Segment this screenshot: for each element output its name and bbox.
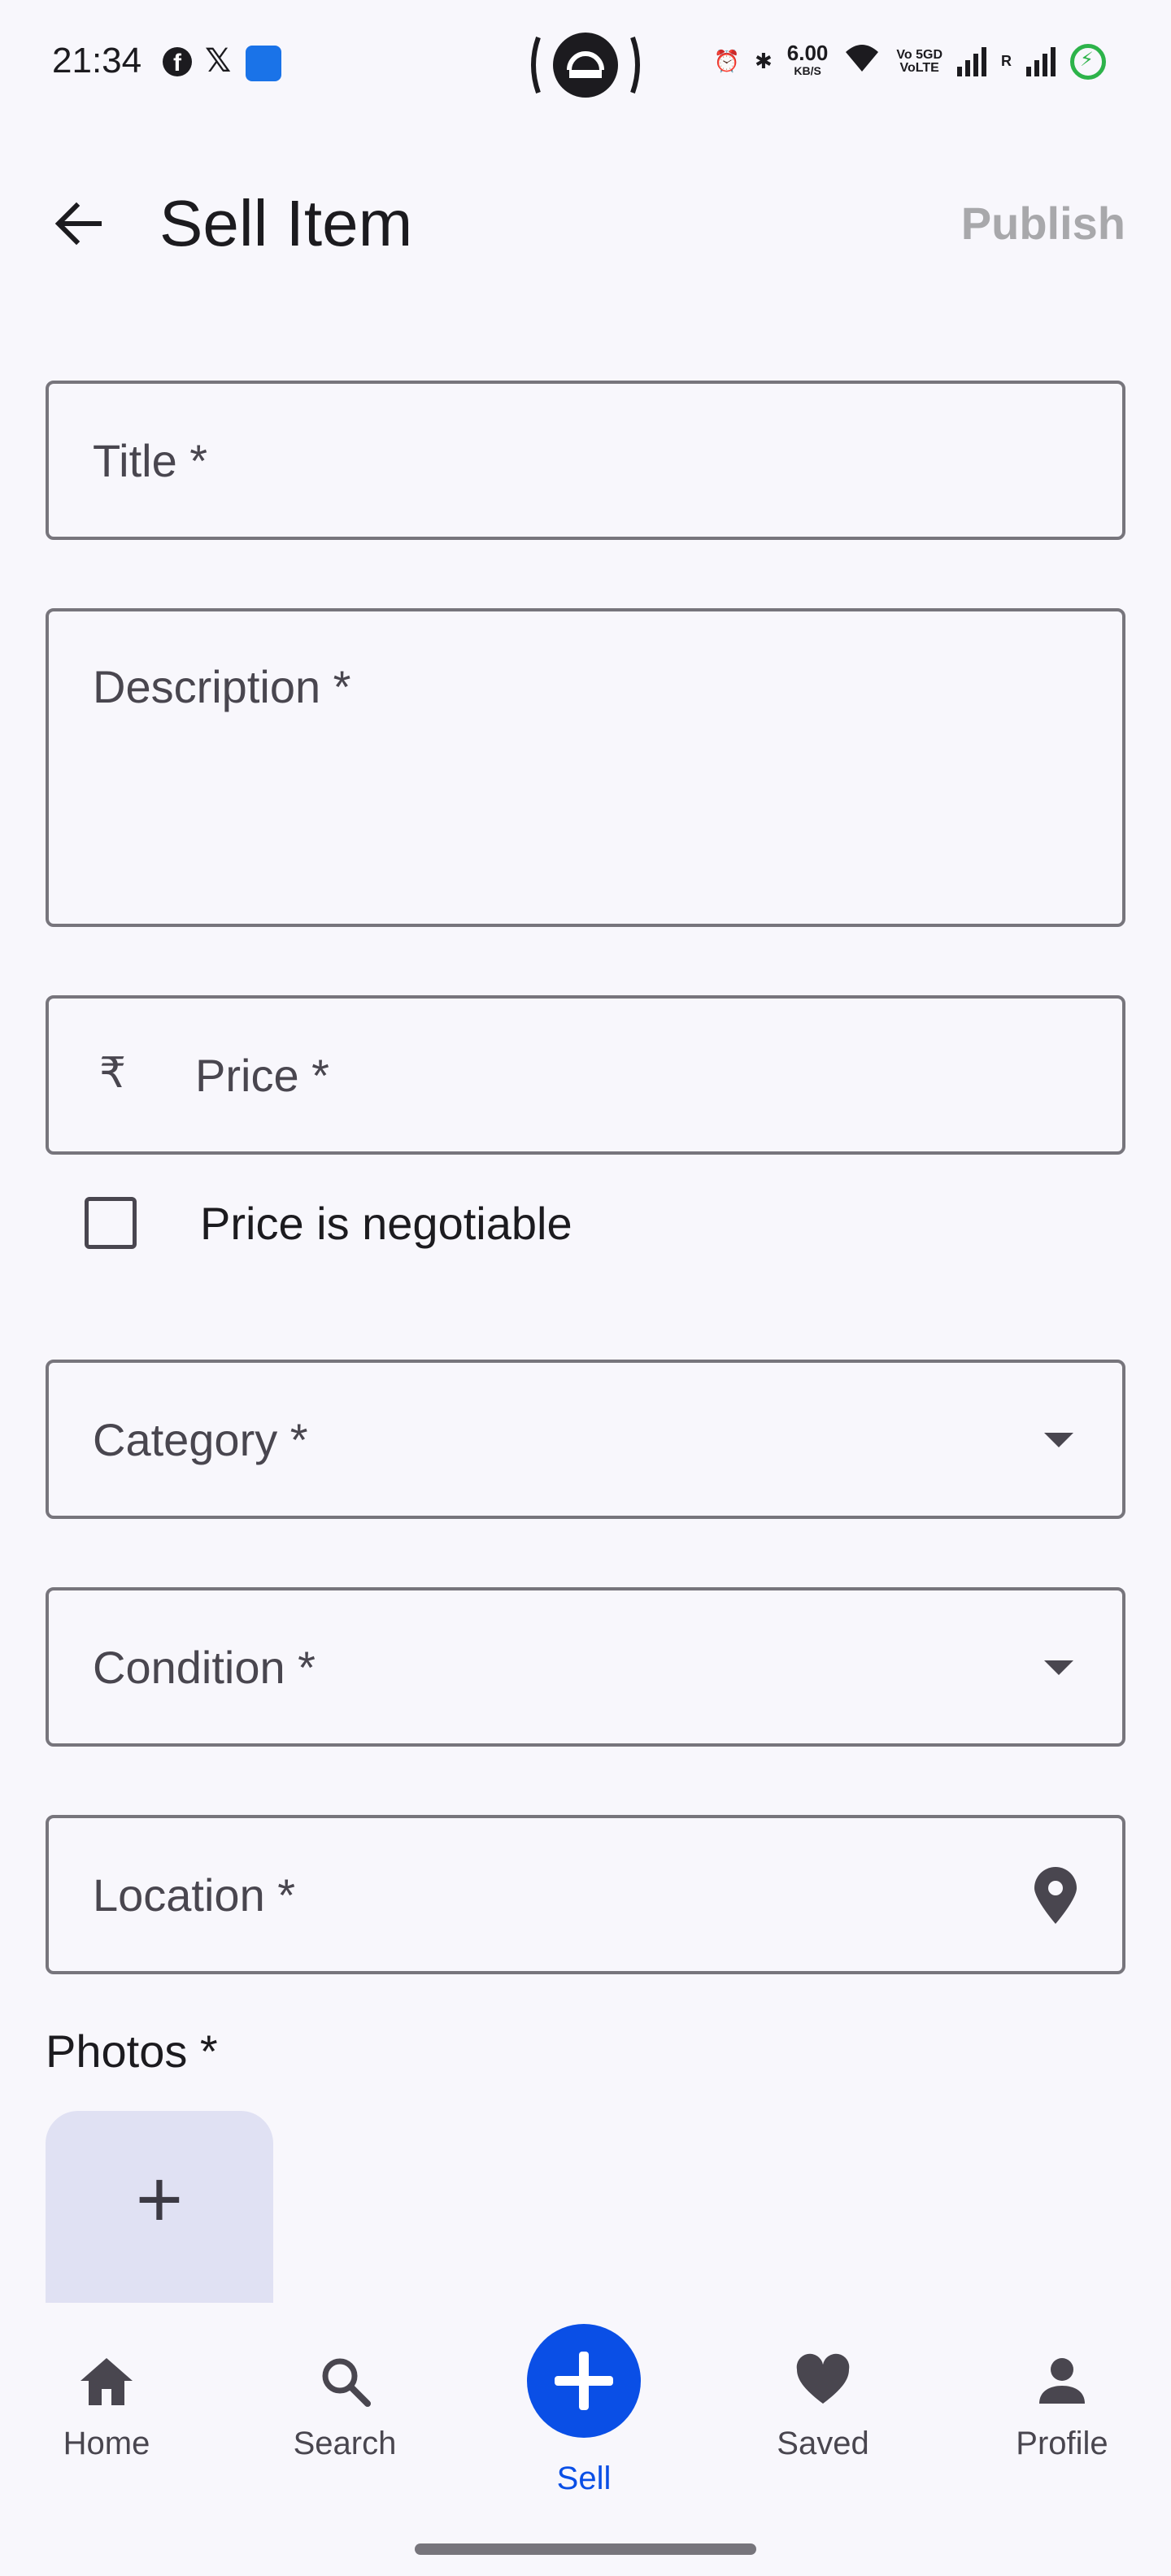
- nav-profile-label: Profile: [1016, 2426, 1108, 2461]
- negotiable-label: Price is negotiable: [200, 1197, 572, 1249]
- category-placeholder: Category *: [93, 1414, 308, 1465]
- status-icons: ⏰ ✱ 6.00 KB/S Vo 5GD VoLTE R: [714, 42, 1106, 80]
- location-field[interactable]: Location *: [46, 1815, 1125, 1974]
- facebook-icon: f: [163, 47, 192, 76]
- wifi-icon: [842, 42, 882, 80]
- page-title: Sell Item: [159, 187, 413, 259]
- add-icon: +: [135, 2154, 184, 2245]
- network-speed: 6.00 KB/S: [786, 40, 829, 77]
- signal-icon: [957, 46, 986, 76]
- arrow-back-icon: [54, 202, 102, 246]
- top-app-bar: Sell Item Publish: [0, 154, 1171, 293]
- dropdown-arrow-icon: [1044, 1433, 1073, 1447]
- negotiable-row[interactable]: Price is negotiable: [85, 1194, 572, 1252]
- bluetooth-icon: ✱: [754, 49, 773, 73]
- condition-placeholder: Condition *: [93, 1642, 316, 1693]
- description-placeholder: Description *: [93, 661, 351, 712]
- alarm-icon: ⏰: [713, 49, 740, 73]
- nav-home[interactable]: Home: [25, 2352, 188, 2462]
- router-app-icon: [246, 46, 281, 81]
- status-time: 21:34: [52, 41, 142, 80]
- title-field[interactable]: Title *: [46, 381, 1125, 540]
- nav-search[interactable]: Search: [263, 2352, 426, 2462]
- nav-profile[interactable]: Profile: [981, 2352, 1143, 2462]
- x-icon: 𝕏: [205, 43, 232, 79]
- status-bar: 21:34 f 𝕏 ⏰ ✱ 6.00 KB/S Vo 5GD VoLTE R: [0, 0, 1171, 130]
- price-placeholder: Price *: [195, 1050, 329, 1101]
- nav-search-label: Search: [293, 2426, 397, 2461]
- signal-icon-2: [1026, 46, 1056, 76]
- roaming-indicator: R: [1001, 53, 1012, 69]
- condition-dropdown[interactable]: Condition *: [46, 1587, 1125, 1747]
- add-photo-button[interactable]: +: [46, 2111, 273, 2303]
- rupee-icon: ₹: [99, 1049, 127, 1098]
- volte-indicator: Vo 5GD VoLTE: [896, 47, 942, 75]
- nav-saved-label: Saved: [777, 2426, 869, 2461]
- negotiable-checkbox[interactable]: [85, 1197, 137, 1249]
- description-field[interactable]: Description *: [46, 608, 1125, 927]
- add-icon: [527, 2324, 641, 2438]
- dropdown-arrow-icon: [1044, 1660, 1073, 1675]
- publish-button[interactable]: Publish: [961, 197, 1125, 250]
- nav-home-label: Home: [63, 2426, 150, 2461]
- location-pin-icon[interactable]: [1031, 1867, 1080, 1930]
- nav-sell-label: Sell: [556, 2461, 612, 2496]
- home-indicator[interactable]: [415, 2543, 756, 2555]
- bottom-navigation: Home Search Sell Saved Profile: [0, 2303, 1171, 2576]
- nav-saved[interactable]: Saved: [742, 2352, 904, 2462]
- battery-charging-icon: [1070, 43, 1106, 80]
- heart-icon: [796, 2353, 850, 2404]
- person-icon: [1039, 2358, 1085, 2404]
- home-icon: [81, 2358, 133, 2405]
- location-placeholder: Location *: [93, 1869, 296, 1921]
- nav-sell[interactable]: Sell: [503, 2324, 665, 2497]
- search-icon: [322, 2358, 371, 2407]
- photos-label: Photos *: [46, 2026, 218, 2077]
- category-dropdown[interactable]: Category *: [46, 1360, 1125, 1519]
- title-placeholder: Title *: [93, 435, 208, 486]
- back-button[interactable]: [46, 187, 119, 260]
- hotspot-icon: [527, 29, 644, 105]
- price-field[interactable]: ₹ Price *: [46, 995, 1125, 1155]
